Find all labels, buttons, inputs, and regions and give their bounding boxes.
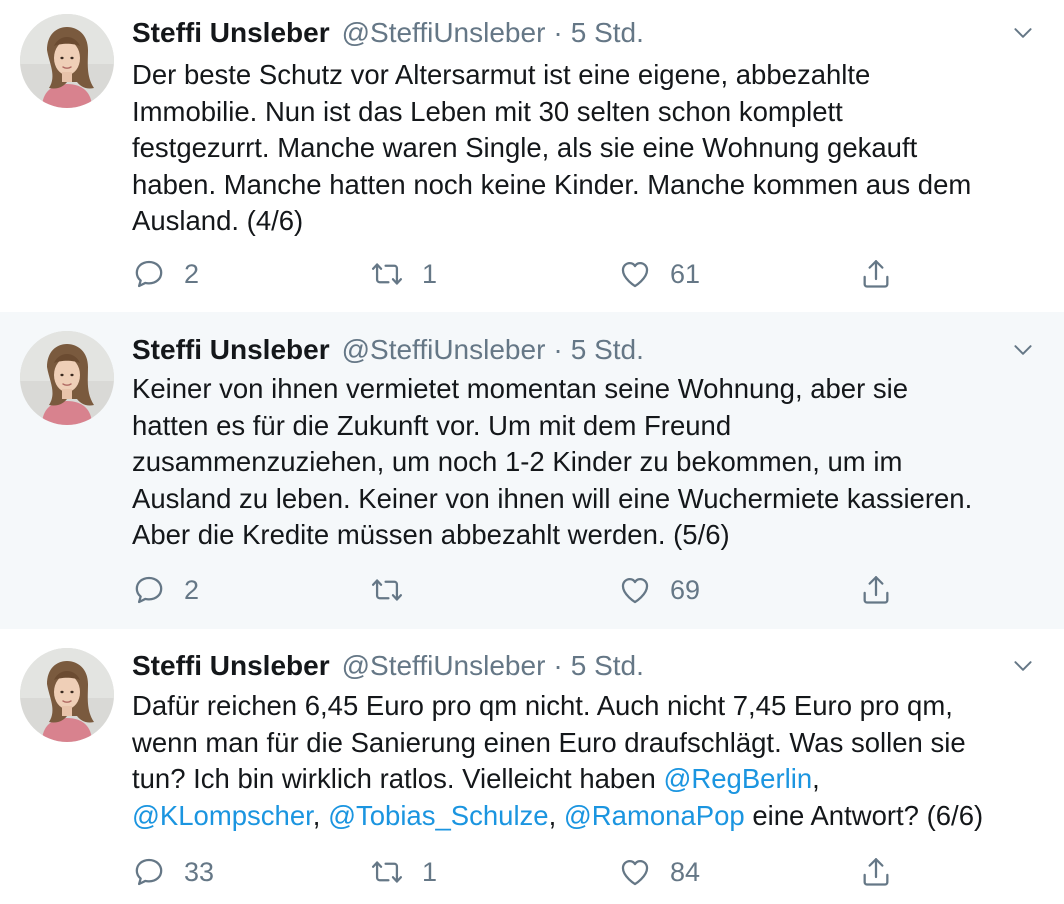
retweet-icon [370, 855, 404, 889]
timestamp[interactable]: 5 Std. [571, 17, 644, 49]
like-button[interactable]: 69 [618, 570, 700, 610]
like-count: 61 [670, 258, 701, 289]
separator-dot: · [553, 334, 563, 365]
text-line: Aber die Kredite müssen abbezahlt werden… [132, 519, 730, 550]
mention-link-ramonapop[interactable]: @RamonaPop [564, 800, 745, 831]
heart-icon [618, 855, 652, 889]
text-line: tun? Ich bin wirklich ratlos. Vielleicht… [132, 761, 1042, 798]
author-name[interactable]: Steffi Unsleber [132, 650, 330, 682]
comma: , [812, 763, 820, 794]
separator-dot: · [553, 650, 563, 681]
action-bar: 2 69 [132, 570, 932, 610]
text-segment: eine Antwort? (6/6) [744, 799, 984, 831]
mention-link-regberlin[interactable]: @RegBerlin [663, 763, 812, 794]
author-handle[interactable]: @SteffiUnsleber [342, 334, 546, 366]
tweet-text: Keiner von ihnen vermietet momentan sein… [132, 371, 1042, 554]
retweet-button[interactable] [370, 570, 422, 610]
like-count: 84 [670, 856, 701, 887]
retweet-icon [370, 257, 404, 291]
text-line: Immobilie. Nun ist das Leben mit 30 selt… [132, 95, 843, 127]
reply-count: 2 [184, 574, 200, 605]
reply-button[interactable]: 2 [132, 254, 199, 294]
text-line: Dafür reichen 6,45 Euro pro qm nicht. Au… [132, 690, 953, 721]
tweet-5-of-6[interactable]: Steffi Unsleber @SteffiUnsleber · 5 Std.… [0, 312, 1064, 629]
heart-icon [618, 573, 652, 607]
avatar[interactable] [20, 331, 114, 425]
text-line: Der beste Schutz vor Altersarmut ist ein… [132, 59, 871, 90]
retweet-button[interactable]: 1 [370, 852, 437, 892]
mention-link-tobias-schulze[interactable]: @Tobias_Schulze [328, 800, 549, 831]
tweet-text: Der beste Schutz vor Altersarmut ist ein… [132, 57, 1042, 240]
tweet-text: Dafür reichen 6,45 Euro pro qm nicht. Au… [132, 688, 1042, 834]
share-icon [859, 257, 893, 291]
reply-icon [132, 573, 166, 607]
tweet-4-of-6[interactable]: Steffi Unsleber @SteffiUnsleber · 5 Std.… [0, 0, 1064, 312]
timestamp[interactable]: 5 Std. [571, 334, 644, 366]
chevron-down-icon[interactable] [1010, 20, 1036, 46]
avatar[interactable] [20, 14, 114, 108]
tweet-6-of-6[interactable]: Steffi Unsleber @SteffiUnsleber · 5 Std.… [0, 629, 1064, 904]
author-handle[interactable]: @SteffiUnsleber [342, 650, 546, 682]
text-line: Ausland. (4/6) [132, 205, 304, 236]
mention-link-klompscher[interactable]: @KLompscher [132, 800, 313, 831]
timestamp[interactable]: 5 Std. [571, 650, 644, 682]
share-button[interactable] [859, 852, 893, 892]
retweet-count: 1 [422, 856, 438, 887]
reply-icon [132, 257, 166, 291]
text-line: Ausland zu leben. Keiner von ihnen will … [132, 482, 973, 514]
action-bar: 33 1 84 [132, 852, 932, 892]
text-line: wenn man für die Sanierung einen Euro dr… [132, 726, 966, 758]
action-bar: 2 1 61 [132, 254, 932, 294]
share-button[interactable] [859, 570, 893, 610]
tweet-header: Steffi Unsleber @SteffiUnsleber · 5 Std. [132, 646, 644, 686]
like-button[interactable]: 61 [618, 254, 700, 294]
separator-dot: · [553, 17, 563, 48]
reply-button[interactable]: 2 [132, 570, 199, 610]
text-line: @KLompscher, @Tobias_Schulze, @RamonaPop… [132, 798, 1042, 835]
chevron-down-icon[interactable] [1010, 337, 1036, 363]
heart-icon [618, 257, 652, 291]
text-line: haben. Manche hatten noch keine Kinder. … [132, 168, 972, 200]
text-line: zusammenzuziehen, um noch 1-2 Kinder zu … [132, 446, 903, 477]
comma: , [548, 799, 557, 831]
reply-count: 2 [184, 258, 200, 289]
share-icon [859, 573, 893, 607]
author-handle[interactable]: @SteffiUnsleber [342, 17, 546, 49]
reply-icon [132, 855, 166, 889]
share-button[interactable] [859, 254, 893, 294]
retweet-button[interactable]: 1 [370, 254, 437, 294]
retweet-count: 1 [422, 258, 438, 289]
tweet-header: Steffi Unsleber @SteffiUnsleber · 5 Std. [132, 13, 644, 53]
author-name[interactable]: Steffi Unsleber [132, 334, 330, 366]
like-button[interactable]: 84 [618, 852, 700, 892]
avatar[interactable] [20, 648, 114, 742]
comma: , [312, 799, 321, 831]
reply-button[interactable]: 33 [132, 852, 214, 892]
text-line: festgezurrt. Manche waren Single, als si… [132, 132, 918, 163]
like-count: 69 [670, 574, 701, 605]
text-segment: tun? Ich bin wirklich ratlos. Vielleicht… [132, 763, 664, 794]
retweet-icon [370, 573, 404, 607]
author-name[interactable]: Steffi Unsleber [132, 17, 330, 49]
text-line: hatten es für die Zukunft vor. Um mit de… [132, 409, 732, 441]
text-line: Keiner von ihnen vermietet momentan sein… [132, 373, 909, 404]
tweet-header: Steffi Unsleber @SteffiUnsleber · 5 Std. [132, 330, 644, 370]
reply-count: 33 [184, 856, 215, 887]
share-icon [859, 855, 893, 889]
chevron-down-icon[interactable] [1010, 653, 1036, 679]
